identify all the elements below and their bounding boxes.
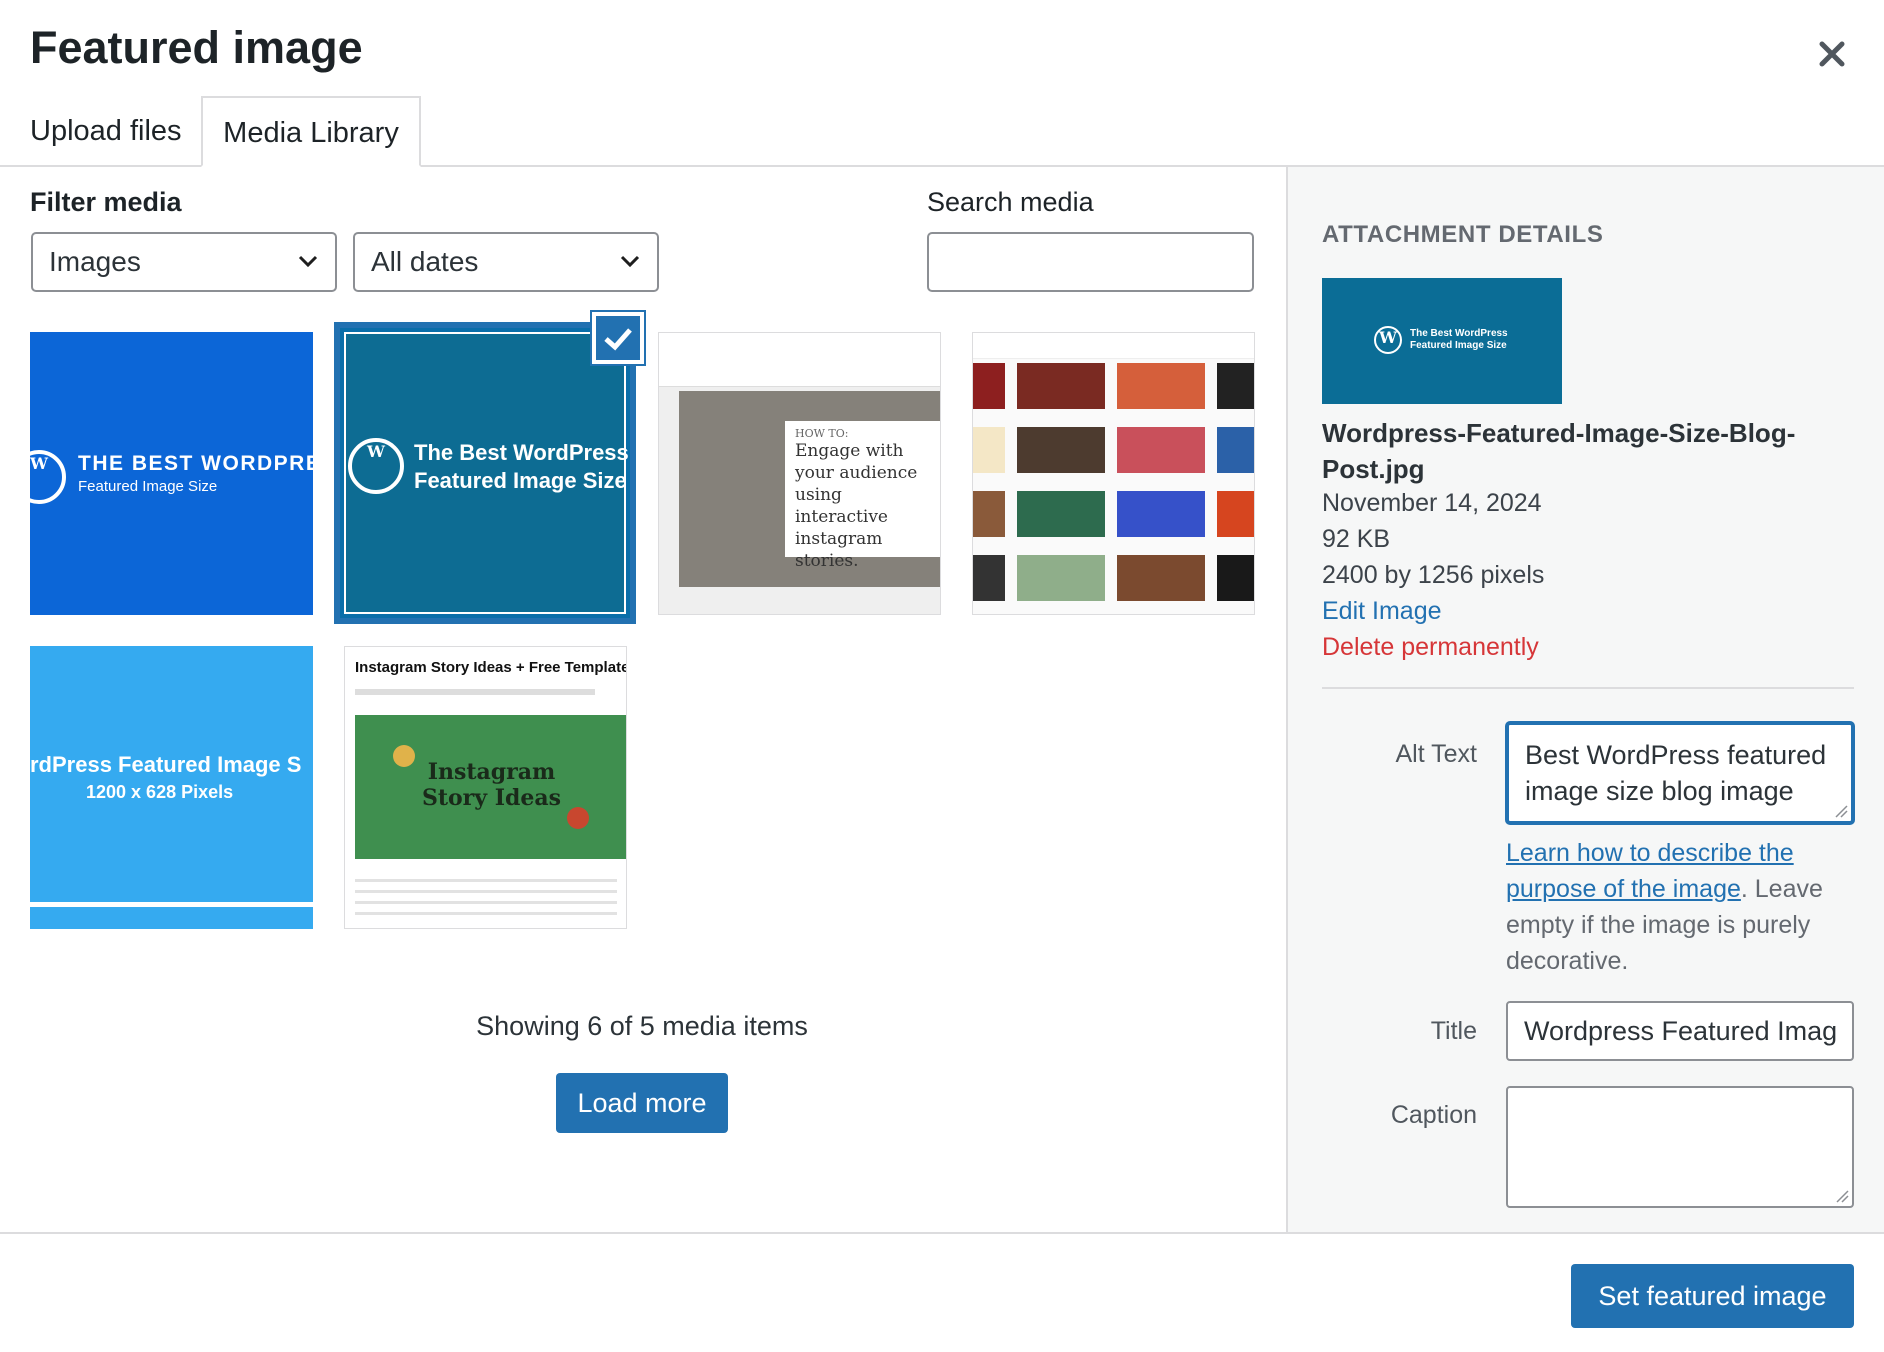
resize-grip-icon[interactable] bbox=[1834, 804, 1848, 818]
media-item-6-heading: Instagram Story Ideas + Free Templates bbox=[355, 659, 627, 676]
attachment-thumbnail-subtitle: Featured Image Size bbox=[1410, 340, 1507, 351]
media-item-2-subtitle: Featured Image Size bbox=[414, 468, 627, 493]
alt-text-help: Learn how to describe the purpose of the… bbox=[1506, 835, 1854, 979]
edit-image-link[interactable]: Edit Image bbox=[1322, 597, 1442, 626]
media-item-3-line-3: using interactive bbox=[795, 485, 888, 527]
media-item-6-banner: Instagram Story Ideas bbox=[355, 715, 626, 859]
media-item-3-kicker: HOW TO: bbox=[795, 427, 849, 440]
alt-text-field[interactable]: Best WordPress featured image size blog … bbox=[1506, 722, 1854, 824]
title-label: Title bbox=[1430, 1017, 1477, 1045]
media-item-5-subtitle: 1200 x 628 Pixels bbox=[86, 782, 234, 802]
chevron-down-icon bbox=[620, 255, 640, 268]
media-type-value: Images bbox=[49, 246, 141, 277]
alt-text-label: Alt Text bbox=[1395, 740, 1477, 768]
wordpress-logo-icon bbox=[30, 450, 66, 504]
media-item-3-line-2: your audience bbox=[795, 463, 918, 483]
media-item-5-title: rdPress Featured Image S bbox=[30, 752, 302, 777]
attachment-filesize: 92 KB bbox=[1322, 525, 1391, 553]
footer-divider bbox=[0, 1232, 1884, 1234]
tab-media-library[interactable]: Media Library bbox=[201, 96, 421, 167]
caption-field[interactable] bbox=[1506, 1086, 1854, 1208]
sidebar-divider bbox=[1322, 687, 1854, 689]
media-item-1-subtitle: Featured Image Size bbox=[78, 478, 218, 495]
attachment-filename: Wordpress-Featured-Image-Size-Blog-Post.… bbox=[1322, 418, 1796, 484]
media-item-4-header bbox=[973, 333, 1254, 359]
search-media-input[interactable] bbox=[927, 232, 1254, 292]
pin-icon bbox=[567, 807, 589, 829]
media-item-1[interactable]: THE BEST WORDPRES Featured Image Size bbox=[30, 332, 313, 615]
media-item-3[interactable]: HOW TO: Engage with your audience using … bbox=[658, 332, 941, 615]
media-item-2-title: The Best WordPress bbox=[414, 440, 629, 465]
wordpress-logo-icon bbox=[1374, 326, 1402, 354]
modal-title: Featured image bbox=[30, 22, 363, 73]
media-item-2-frame: The Best WordPress Featured Image Size bbox=[344, 332, 629, 614]
media-item-3-line-1: Engage with bbox=[795, 441, 904, 461]
resize-grip-icon[interactable] bbox=[1835, 1189, 1849, 1203]
chevron-down-icon bbox=[298, 255, 318, 268]
caption-label: Caption bbox=[1390, 1101, 1477, 1129]
media-item-4-grid bbox=[973, 363, 1254, 601]
media-item-5[interactable]: rdPress Featured Image S 1200 x 628 Pixe… bbox=[30, 646, 313, 929]
attachment-date: November 14, 2024 bbox=[1322, 489, 1542, 517]
attachment-details-sidebar: ATTACHMENT DETAILS The Best WordPress Fe… bbox=[1286, 167, 1884, 1233]
media-date-value: All dates bbox=[371, 246, 479, 277]
media-item-3-line-4: instagram stories. bbox=[795, 529, 883, 571]
close-icon[interactable] bbox=[1810, 32, 1854, 76]
media-count-text: Showing 6 of 5 media items bbox=[476, 1011, 808, 1041]
selected-checkmark-button[interactable] bbox=[592, 312, 644, 364]
filter-media-label: Filter media bbox=[30, 187, 182, 217]
media-item-1-title: THE BEST WORDPRES bbox=[78, 452, 313, 475]
load-more-button[interactable]: Load more bbox=[556, 1073, 728, 1133]
delete-permanently-link[interactable]: Delete permanently bbox=[1322, 633, 1539, 662]
media-item-6-body bbox=[355, 871, 617, 921]
attachment-thumbnail-title: The Best WordPress bbox=[1410, 328, 1508, 339]
attachment-thumbnail: The Best WordPress Featured Image Size bbox=[1322, 278, 1562, 404]
tab-upload-files[interactable]: Upload files bbox=[30, 96, 182, 167]
attachment-dimensions: 2400 by 1256 pixels bbox=[1322, 561, 1545, 589]
title-field[interactable]: Wordpress Featured Imag bbox=[1506, 1001, 1854, 1061]
media-item-4[interactable] bbox=[972, 332, 1255, 615]
media-item-5-stripe bbox=[30, 902, 313, 907]
media-item-3-toolbar bbox=[659, 333, 940, 387]
emoji-icon bbox=[393, 745, 415, 767]
media-type-select[interactable]: Images bbox=[31, 232, 337, 292]
wordpress-logo-icon bbox=[348, 438, 404, 494]
search-media-label: Search media bbox=[927, 187, 1094, 217]
attachment-details-heading: ATTACHMENT DETAILS bbox=[1322, 221, 1604, 248]
set-featured-image-button[interactable]: Set featured image bbox=[1571, 1264, 1854, 1328]
media-item-6[interactable]: Instagram Story Ideas + Free Templates I… bbox=[344, 646, 627, 929]
media-item-3-card: HOW TO: Engage with your audience using … bbox=[785, 421, 940, 571]
media-item-2-selected[interactable]: The Best WordPress Featured Image Size bbox=[334, 322, 636, 624]
media-date-select[interactable]: All dates bbox=[353, 232, 659, 292]
media-item-6-byline bbox=[355, 689, 595, 695]
alt-text-value: Best WordPress featured image size blog … bbox=[1525, 740, 1827, 806]
media-item-6-banner-subtitle: Story Ideas bbox=[421, 785, 562, 811]
checkmark-icon bbox=[604, 328, 632, 351]
